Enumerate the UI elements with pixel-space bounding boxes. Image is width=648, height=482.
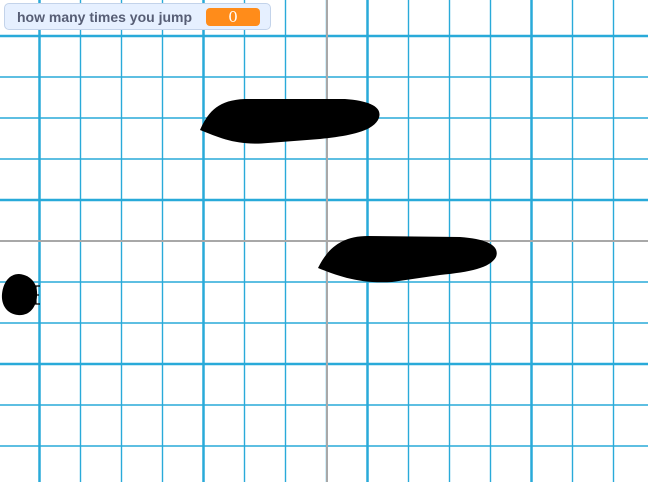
variable-label: how many times you jump: [17, 8, 193, 25]
variable-monitor[interactable]: how many times you jump 0: [4, 3, 272, 30]
game-stage[interactable]: how many times you jump 0: [0, 0, 648, 482]
variable-value: 0: [206, 7, 261, 26]
player-ball-sprite: [1, 274, 40, 316]
